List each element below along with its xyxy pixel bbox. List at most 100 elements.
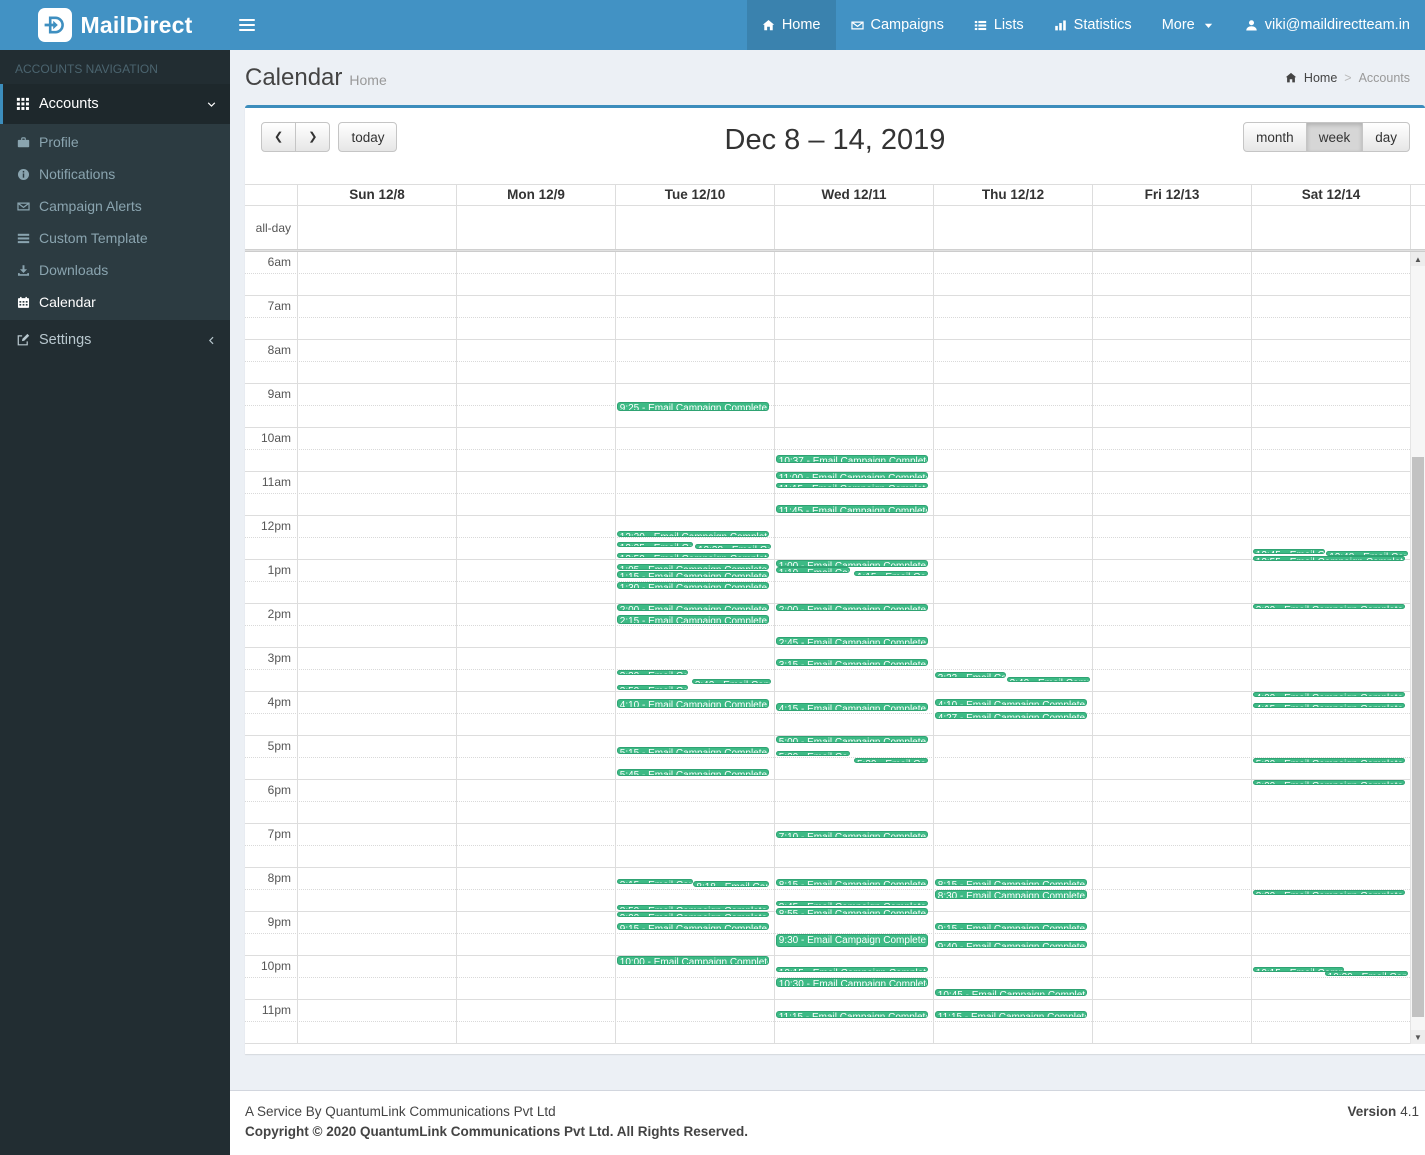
all-day-cell-3[interactable] <box>774 206 933 249</box>
all-day-cell-6[interactable] <box>1251 206 1410 249</box>
calendar-event[interactable]: 4:15 - Email Campaign Complete <box>1252 703 1406 708</box>
calendar-event[interactable]: 9:15 - Email Campaign Complete <box>934 923 1088 930</box>
calendar-event[interactable]: 5:15 - Email Campaign Complete <box>616 747 770 754</box>
scroll-up-arrow[interactable]: ▲ <box>1411 252 1425 266</box>
calendar-event[interactable]: 1:30 - Email Campaign Complete <box>616 582 770 589</box>
calendar-event[interactable]: 5:45 - Email Campaign Complete <box>616 769 770 776</box>
view-day-button[interactable]: day <box>1362 122 1410 152</box>
calendar-event[interactable]: 3:30 - Email Campaign Complete <box>616 670 688 676</box>
calendar-event[interactable]: 11:15 - Email Campaign Complete <box>775 1011 929 1018</box>
sidebar-item-accounts[interactable]: Accounts <box>0 84 230 124</box>
nav-item-statistics[interactable]: Statistics <box>1039 0 1147 50</box>
calendar-event[interactable]: 3:33 - Email Campaign Complete <box>934 672 1006 678</box>
nav-item-home[interactable]: Home <box>746 0 836 50</box>
calendar-event[interactable]: 12:38 - Email Campaign Complete <box>695 543 771 550</box>
calendar-event[interactable]: 11:45 - Email Campaign Complete <box>775 505 929 514</box>
nav-item-lists[interactable]: Lists <box>959 0 1039 50</box>
nav-item-user[interactable]: viki@maildirectteam.in <box>1230 0 1425 50</box>
calendar-event[interactable]: 4:00 - Email Campaign Complete <box>1252 692 1406 697</box>
calendar-event[interactable]: 2:00 - Email Campaign Complete <box>775 604 929 611</box>
scrollbar-thumb[interactable] <box>1412 457 1424 1017</box>
view-month-button[interactable]: month <box>1243 122 1307 152</box>
calendar-event[interactable]: 11:00 - Email Campaign Complete <box>775 472 929 479</box>
sidebar-item-campaign-alerts[interactable]: Campaign Alerts <box>0 190 230 222</box>
calendar-event[interactable]: 11:15 - Email Campaign Complete <box>775 483 929 489</box>
sidebar-item-calendar[interactable]: Calendar <box>0 286 230 318</box>
sidebar-item-settings[interactable]: Settings <box>0 320 230 360</box>
calendar-event[interactable]: 8:45 - Email Campaign Complete <box>775 901 929 907</box>
calendar-event[interactable]: 7:10 - Email Campaign Complete <box>775 831 929 839</box>
calendar-event[interactable]: 8:30 - Email Campaign Complete <box>934 890 1088 899</box>
calendar-event[interactable]: 3:40 - Email Campaign Complete <box>1006 677 1091 683</box>
day-column-2[interactable]: 9:25 - Email Campaign Complete 12:20 - Em… <box>615 252 774 1044</box>
day-column-0[interactable] <box>297 252 456 1044</box>
sidebar-item-profile[interactable]: Profile <box>0 126 230 158</box>
day-column-5[interactable] <box>1092 252 1251 1044</box>
calendar-event[interactable]: 2:15 - Email Campaign Complete <box>616 615 770 624</box>
calendar-event[interactable]: 2:00 - Email Campaign Complete <box>616 604 770 611</box>
calendar-event[interactable]: 1:00 - Email Campaign Complete <box>775 560 929 567</box>
view-week-button[interactable]: week <box>1305 122 1364 152</box>
calendar-event[interactable]: 10:30 - Email Campaign Complete <box>775 978 929 987</box>
calendar-event[interactable]: 10:15 - Email Campaign Complete <box>775 967 929 973</box>
calendar-event[interactable]: 9:40 - Email Campaign Complete <box>934 941 1088 949</box>
sidebar-toggle-button[interactable] <box>230 0 264 50</box>
calendar-event[interactable]: 8:15 - Email Campaign Complete <box>616 879 693 885</box>
nav-item-more[interactable]: More <box>1147 0 1230 50</box>
calendar-event[interactable]: 5:30 - Email Campaign Complete <box>1252 758 1406 763</box>
calendar-event[interactable]: 2:45 - Email Campaign Complete <box>775 637 929 646</box>
calendar-event[interactable]: 11:15 - Email Campaign Complete <box>934 1011 1088 1018</box>
day-column-3[interactable]: 10:37 - Email Campaign Complete 11:00 - E… <box>774 252 933 1044</box>
calendar-event[interactable]: 3:50 - Email Campaign Complete <box>616 684 688 690</box>
calendar-event[interactable]: 8:50 - Email Campaign Complete <box>616 904 770 910</box>
brand[interactable]: MailDirect <box>0 0 230 50</box>
sidebar-item-notifications[interactable]: Notifications <box>0 158 230 190</box>
calendar-event[interactable]: 6:00 - Email Campaign Complete <box>1252 780 1406 785</box>
breadcrumb-home-link[interactable]: Home <box>1304 71 1337 85</box>
calendar-event[interactable]: 12:20 - Email Campaign Complete <box>616 530 770 538</box>
day-column-4[interactable]: 3:33 - Email Campaign Complete3:40 - Ema… <box>933 252 1092 1044</box>
nav-item-campaigns[interactable]: Campaigns <box>836 0 959 50</box>
calendar-event[interactable]: 4:15 - Email Campaign Complete <box>775 703 929 712</box>
calendar-event[interactable]: 5:30 - Email Campaign Complete <box>854 758 929 764</box>
calendar-event[interactable]: 8:15 - Email Campaign Complete <box>934 879 1088 886</box>
calendar-event[interactable]: 1:15 - Email Campaign Complete <box>616 571 770 578</box>
calendar-event[interactable]: 12:35 - Email Campaign Complete <box>616 541 693 547</box>
scroll-down-arrow[interactable]: ▼ <box>1411 1030 1425 1044</box>
calendar-event[interactable]: 4:10 - Email Campaign Complete <box>616 699 770 708</box>
calendar-event[interactable]: 1:05 - Email Campaign Complete <box>616 563 770 571</box>
sidebar-item-downloads[interactable]: Downloads <box>0 254 230 286</box>
calendar-event[interactable]: 9:00 - Email Campaign Complete <box>616 912 770 918</box>
calendar-event[interactable]: 1:10 - Email Campaign Complete <box>775 567 851 573</box>
calendar-event[interactable]: 9:15 - Email Campaign Complete <box>616 923 770 930</box>
vertical-scrollbar[interactable]: ▲ ▼ <box>1410 252 1425 1044</box>
calendar-event[interactable]: 8:18 - Email Campaign Complete <box>693 881 770 887</box>
calendar-event[interactable]: 10:45 - Email Campaign Complete <box>934 989 1088 996</box>
all-day-cell-5[interactable] <box>1092 206 1251 249</box>
calendar-event[interactable]: 12:50 - Email Campaign Complete <box>616 552 770 558</box>
sidebar-item-custom-template[interactable]: Custom Template <box>0 222 230 254</box>
all-day-cell-0[interactable] <box>297 206 456 249</box>
calendar-event[interactable]: 3:15 - Email Campaign Complete <box>775 659 929 666</box>
day-column-6[interactable]: 12:45 - Email Campaign Complete12:48 - E… <box>1251 252 1410 1044</box>
day-column-1[interactable] <box>456 252 615 1044</box>
calendar-event[interactable]: 10:20 - Email Campaign Complete <box>1324 970 1409 976</box>
calendar-event[interactable]: 12:45 - Email Campaign Complete <box>1252 549 1326 554</box>
calendar-event[interactable]: 5:20 - Email Campaign Complete <box>775 750 851 756</box>
calendar-event[interactable]: 8:55 - Email Campaign Complete <box>775 908 929 916</box>
calendar-event[interactable]: 1:15 - Email Campaign Complete <box>854 571 929 577</box>
calendar-event[interactable]: 8:15 - Email Campaign Complete <box>775 879 929 886</box>
calendar-event[interactable]: 10:37 - Email Campaign Complete <box>775 455 929 464</box>
calendar-event[interactable]: 8:30 - Email Campaign Complete <box>1252 890 1406 896</box>
calendar-event[interactable]: 4:10 - Email Campaign Complete <box>934 699 1088 707</box>
calendar-event[interactable]: 5:00 - Email Campaign Complete <box>775 736 929 743</box>
calendar-event[interactable]: 9:30 - Email Campaign Complete <box>775 934 929 947</box>
calendar-event[interactable]: 12:55 - Email Campaign Complete <box>1252 556 1406 562</box>
all-day-cell-4[interactable] <box>933 206 1092 249</box>
calendar-event[interactable]: 3:42 - Email Campaign Complete <box>691 678 771 685</box>
calendar-event[interactable]: 4:27 - Email Campaign Complete <box>934 711 1088 719</box>
calendar-event[interactable]: 2:00 - Email Campaign Complete <box>1252 604 1406 609</box>
calendar-event[interactable]: 9:25 - Email Campaign Complete <box>616 402 770 412</box>
all-day-cell-2[interactable] <box>615 206 774 249</box>
calendar-event[interactable]: 10:00 - Email Campaign Complete <box>616 956 770 965</box>
